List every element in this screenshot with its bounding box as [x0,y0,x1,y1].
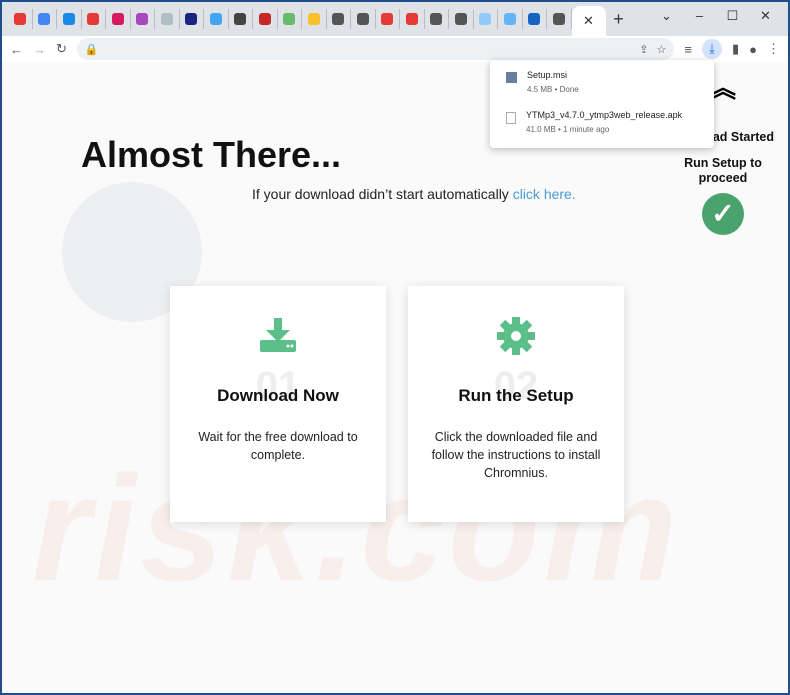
favicon-icon [111,13,124,25]
browser-tab[interactable] [523,9,547,29]
browser-tab[interactable] [253,9,278,29]
favicon-icon [258,13,271,25]
lock-icon: 🔒 [84,43,99,56]
download-item[interactable]: Setup.msi 4.5 MB • Done [490,60,714,100]
favicon-icon [528,13,541,25]
browser-tab[interactable] [474,9,498,29]
favicon-icon [136,13,149,25]
favicon-icon [87,13,100,25]
favicon-icon [503,13,516,25]
active-tab[interactable]: ✕ [571,6,606,36]
browser-tab[interactable] [327,9,351,29]
click-here-link[interactable]: click here. [513,186,576,202]
browser-tab[interactable] [302,9,327,29]
browser-tab[interactable] [278,9,302,29]
back-icon[interactable]: ← [10,42,23,57]
browser-tab[interactable] [131,9,155,29]
browser-tab[interactable] [498,9,523,29]
browser-tab[interactable] [400,9,425,29]
browser-tab[interactable] [351,9,376,29]
download-filename: Setup.msi [527,70,568,80]
reload-icon[interactable]: ↻ [56,41,67,57]
menu-icon[interactable]: ⋮ [767,41,780,57]
side-panel-icon[interactable]: ▮ [732,41,739,57]
new-tab-button[interactable]: + [606,9,632,30]
page-content: risk.com Almost There... If your downloa… [2,62,788,693]
card-setup: 02 Run the Setup Click the downloaded fi… [408,286,624,522]
card-title: Run the Setup [458,386,574,405]
tab-bar: ✕ + ⌄ – ☐ ✕ [2,2,788,36]
browser-tab[interactable] [449,9,474,29]
minimize-button[interactable]: – [683,8,716,24]
downloads-icon[interactable]: ⤓ [701,39,722,59]
close-window-button[interactable]: ✕ [749,8,782,24]
favicon-icon [454,13,467,25]
card-description: Click the downloaded file and follow the… [431,430,601,480]
file-icon [506,112,516,124]
instruction-text: Run Setup to proceed [684,156,762,185]
favicon-icon [552,13,565,25]
favicon-icon [405,13,418,25]
download-item[interactable]: YTMp3_v4.7.0_ytmp3web_release.apk 41.0 MB… [490,100,714,140]
forward-icon[interactable]: → [33,42,46,57]
subtitle-text: If your download didn’t start automatica… [252,186,513,202]
browser-tab[interactable] [204,9,229,29]
card-download: 01 Download Now Wait for the free downlo… [170,286,386,522]
close-tab-icon[interactable]: ✕ [583,13,594,29]
favicon-icon [185,13,198,25]
downloads-popup: Setup.msi 4.5 MB • Done YTMp3_v4.7.0_ytmp… [490,60,714,148]
browser-tab[interactable] [155,9,180,29]
card-description: Wait for the free download to complete. [198,430,358,462]
browser-window: ✕ + ⌄ – ☐ ✕ ← → ↻ 🔒 ⇪ ☆ ≡ ⤓ ▮ ● ⋮ Setup.… [2,2,788,693]
maximize-button[interactable]: ☐ [716,8,749,24]
favicon-icon [307,13,320,25]
installer-icon [506,72,517,83]
card-title: Download Now [217,386,339,405]
favicon-icon [209,13,222,25]
browser-tab[interactable] [82,9,106,29]
tab-search-button[interactable]: ⌄ [650,8,683,24]
browser-tab[interactable] [229,9,253,29]
gear-icon [497,317,535,355]
favicon-icon [38,13,51,25]
favicon-icon [13,13,26,25]
favicon-icon [356,13,369,25]
browser-tab[interactable] [33,9,57,29]
download-status: 4.5 MB • Done [527,85,579,94]
subtitle: If your download didn’t start automatica… [252,186,576,202]
browser-tab[interactable] [425,9,449,29]
profile-icon[interactable]: ● [749,42,757,57]
favicon-icon [479,13,492,25]
favicon-icon [160,13,173,25]
media-icon[interactable]: ≡ [684,42,692,57]
favicon-icon [62,13,75,25]
browser-tab[interactable] [8,9,33,29]
favicon-icon [283,13,296,25]
favicon-icon [430,13,443,25]
download-status: 41.0 MB • 1 minute ago [526,125,610,134]
share-icon[interactable]: ⇪ [639,43,648,56]
address-bar[interactable]: 🔒 ⇪ ☆ [76,38,675,60]
download-filename: YTMp3_v4.7.0_ytmp3web_release.apk [526,110,683,120]
browser-tab[interactable] [376,9,400,29]
favicon-icon [332,13,345,25]
browser-tab[interactable] [547,9,572,29]
toolbar: ← → ↻ 🔒 ⇪ ☆ ≡ ⤓ ▮ ● ⋮ [2,36,788,62]
browser-tab[interactable] [180,9,204,29]
browser-tab[interactable] [57,9,82,29]
download-drive-icon [260,318,296,352]
favicon-icon [381,13,394,25]
favicon-icon [234,13,247,25]
browser-tab[interactable] [106,9,131,29]
star-icon[interactable]: ☆ [657,43,667,56]
check-icon: ✓ [702,193,744,235]
